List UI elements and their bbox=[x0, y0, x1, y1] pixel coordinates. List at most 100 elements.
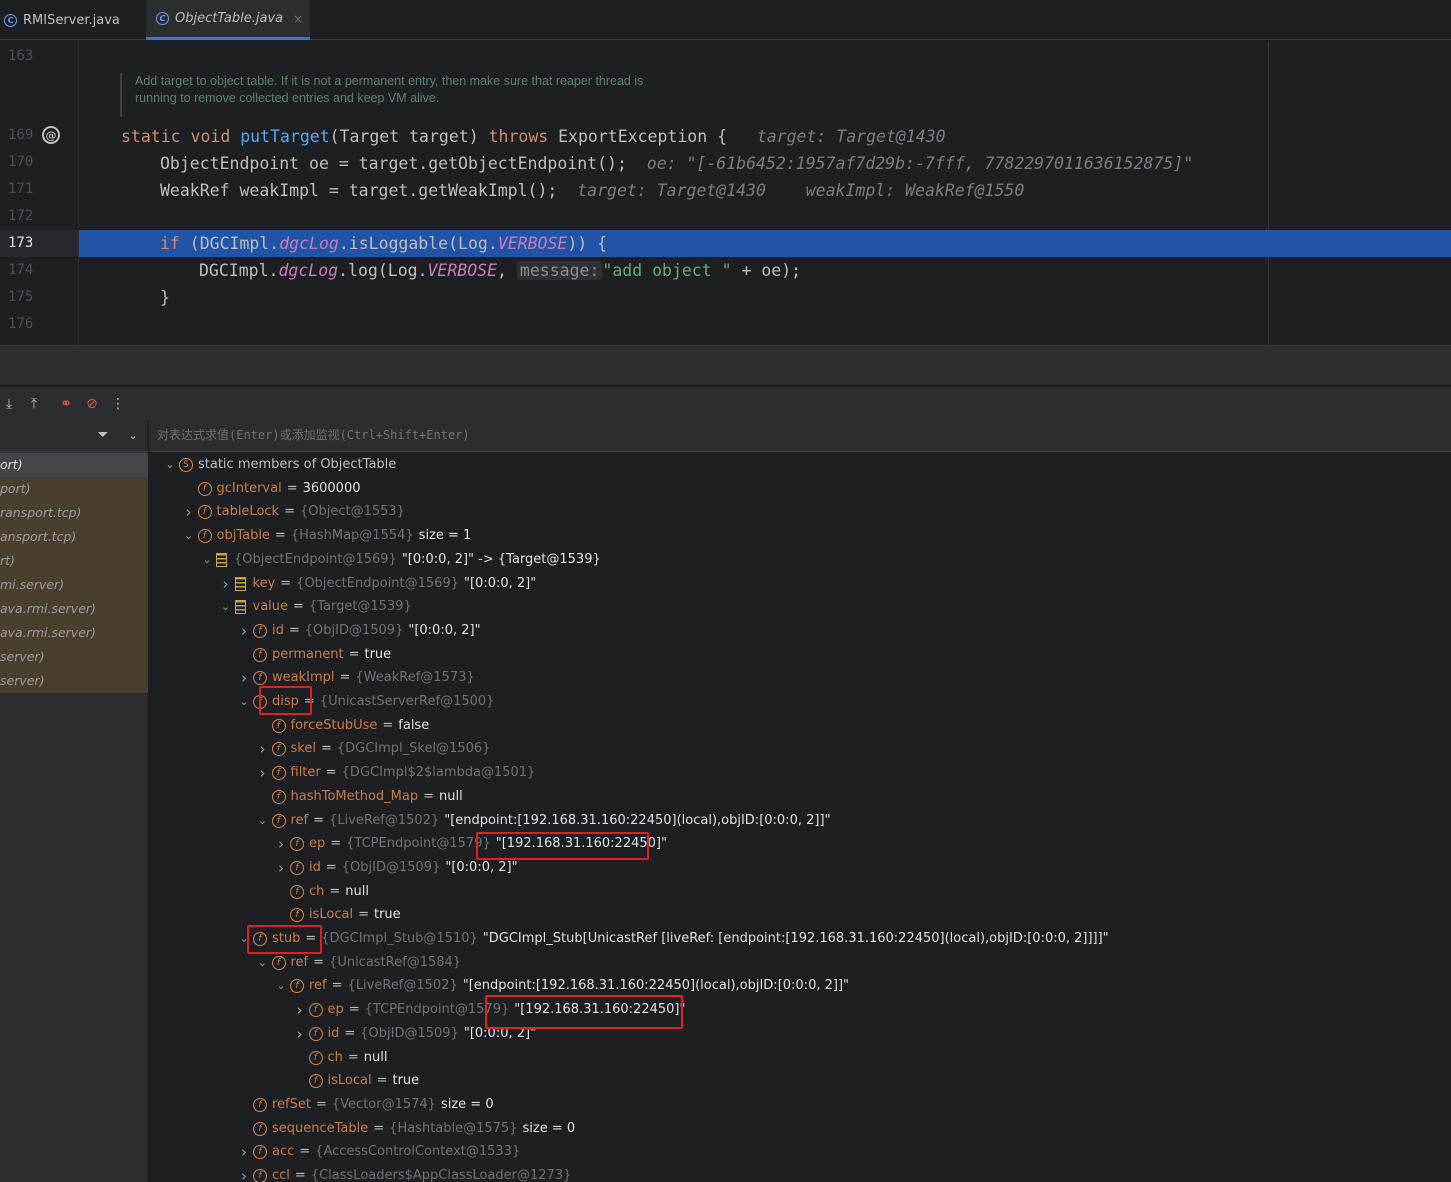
variable-row[interactable]: f permanent = true bbox=[235, 643, 391, 667]
chevron-right-icon[interactable]: › bbox=[291, 998, 309, 1022]
variable-row[interactable]: ⌄ value = {Target@1539} bbox=[217, 595, 412, 619]
frame-item[interactable]: rt) bbox=[0, 549, 148, 573]
variable-row[interactable]: f ch = null bbox=[291, 1046, 388, 1070]
frame-item[interactable]: ansport.tcp) bbox=[0, 525, 148, 549]
chevron-down-icon[interactable]: ⌄ bbox=[254, 809, 272, 833]
variable-row[interactable]: › f ccl = {ClassLoaders$AppClassLoader@1273} bbox=[235, 1164, 571, 1182]
variable-row[interactable]: f isLocal = true bbox=[291, 1069, 419, 1093]
equals-sign: = bbox=[348, 646, 360, 662]
inline-value-hint: oe: "[-61b6452:1957af7d29b:-7fff, 778229… bbox=[646, 154, 1194, 173]
variable-row[interactable]: › f skel = {DGCImpl_Skel@1506} bbox=[254, 737, 491, 761]
java-class-icon: C bbox=[156, 12, 169, 25]
variable-row[interactable]: f sequenceTable = {Hashtable@1575} size = 0 bbox=[235, 1117, 575, 1141]
variable-type: {UnicastRef@1584} bbox=[329, 954, 462, 970]
variable-value: null bbox=[363, 1049, 388, 1065]
variable-value: true bbox=[364, 646, 392, 662]
chevron-down-icon[interactable]: ⌄ bbox=[198, 548, 216, 572]
static-field: VERBOSE bbox=[497, 234, 568, 253]
line-number: 172 bbox=[8, 208, 34, 224]
variable-row[interactable]: ⌄ Sstatic members of ObjectTable bbox=[161, 453, 396, 477]
variable-row[interactable]: f forceStubUse = false bbox=[254, 714, 429, 738]
variable-row[interactable]: f isLocal = true bbox=[272, 903, 401, 927]
equals-sign: = bbox=[344, 1025, 356, 1041]
frame-item[interactable]: server) bbox=[0, 645, 148, 669]
chevron-down-icon[interactable]: ⌄ bbox=[254, 951, 272, 975]
chevron-right-icon[interactable]: › bbox=[254, 737, 272, 761]
variable-row[interactable]: f hashToMethod_Map = null bbox=[254, 785, 463, 809]
evaluate-expression-input[interactable]: 对表达式求值(Enter)或添加监视(Ctrl+Shift+Enter) bbox=[149, 420, 1451, 452]
more-options-icon[interactable]: ⋮ bbox=[109, 395, 127, 413]
chevron-right-icon[interactable]: › bbox=[254, 761, 272, 785]
field-icon: f bbox=[271, 742, 286, 757]
doc-line: Add target to object table. If it is not… bbox=[135, 74, 644, 88]
chevron-down-icon[interactable]: ⌄ bbox=[217, 595, 235, 619]
variable-row[interactable]: ⌄ f ref = {UnicastRef@1584} bbox=[254, 951, 462, 975]
variable-name: id bbox=[309, 859, 321, 875]
view-breakpoints-icon[interactable]: ⚭ bbox=[57, 395, 75, 413]
chevron-down-icon[interactable]: ⌄ bbox=[161, 453, 179, 477]
code-editor[interactable]: 163 169 @ 170 171 172 173 174 175 176 Ad… bbox=[0, 41, 1451, 345]
field-icon: f bbox=[253, 1145, 267, 1160]
variable-row[interactable]: f refSet = {Vector@1574} size = 0 bbox=[235, 1093, 494, 1117]
frame-item[interactable]: ava.rmi.server) bbox=[0, 597, 148, 621]
field-icon: f bbox=[271, 813, 286, 828]
variable-row[interactable]: › key = {ObjectEndpoint@1569} "[0:0:0, 2]" bbox=[217, 572, 537, 596]
panel-splitter[interactable] bbox=[0, 345, 1451, 385]
chevron-right-icon[interactable]: › bbox=[235, 1140, 253, 1164]
tab-label: ObjectTable.java bbox=[175, 11, 284, 26]
variable-row[interactable]: ⌄ f ref = {LiveRef@1502} "[endpoint:[192.168.… bbox=[254, 809, 831, 833]
chevron-down-icon[interactable]: ⌄ bbox=[124, 426, 142, 444]
variable-name: id bbox=[272, 622, 284, 638]
frame-item[interactable]: mi.server) bbox=[0, 573, 148, 597]
variable-name: ref bbox=[290, 954, 309, 970]
chevron-right-icon[interactable]: › bbox=[272, 832, 290, 856]
chevron-right-icon[interactable]: › bbox=[217, 572, 235, 596]
editor-tab-bar: C RMIServer.java C ObjectTable.java × bbox=[0, 0, 1451, 40]
variable-row[interactable]: ⌄ {ObjectEndpoint@1569} "[0:0:0, 2]" -> {T… bbox=[198, 548, 601, 572]
code: )) { bbox=[567, 234, 608, 253]
code-line-174: DGCImpl.dgcLog.log(Log.VERBOSE, message:… bbox=[79, 257, 1451, 284]
frame-item[interactable]: port) bbox=[0, 477, 148, 501]
variable-row[interactable]: › f tableLock = {Object@1553} bbox=[180, 500, 405, 524]
chevron-right-icon[interactable]: › bbox=[235, 1164, 253, 1182]
tab-objecttable[interactable]: C ObjectTable.java × bbox=[146, 0, 310, 40]
chevron-down-icon[interactable]: ⌄ bbox=[235, 690, 253, 714]
close-icon[interactable]: × bbox=[293, 12, 303, 26]
frame-item[interactable]: ava.rmi.server) bbox=[0, 621, 148, 645]
variable-type: {ObjectEndpoint@1569} bbox=[234, 551, 397, 567]
field-icon: f bbox=[253, 1169, 267, 1182]
chevron-down-icon[interactable]: ⌄ bbox=[272, 974, 290, 998]
filter-icon[interactable]: ⏷ bbox=[94, 426, 112, 444]
chevron-right-icon[interactable]: › bbox=[235, 619, 253, 643]
equals-sign: = bbox=[293, 599, 304, 615]
variable-row[interactable]: › f id = {ObjID@1509} "[0:0:0, 2]" bbox=[235, 619, 481, 643]
variable-value: size = 0 bbox=[440, 1096, 494, 1112]
chevron-right-icon[interactable]: › bbox=[291, 1022, 309, 1046]
field-icon: f bbox=[308, 1074, 323, 1089]
variable-row[interactable]: ⌄ f objTable = {HashMap@1554} size = 1 bbox=[180, 524, 471, 548]
debug-toolbar: ⤓ ⤒ ⚭ ⊘ ⋮ bbox=[0, 386, 1451, 420]
variable-type: {DGCImpl_Stub@1510} bbox=[321, 931, 478, 946]
mute-breakpoints-icon[interactable]: ⊘ bbox=[83, 395, 101, 413]
frame-item[interactable]: server) bbox=[0, 669, 148, 693]
export-icon[interactable]: ⤒ bbox=[25, 395, 43, 413]
variable-row[interactable]: › f filter = {DGCImpl$2$lambda@1501} bbox=[254, 761, 536, 785]
override-marker-icon[interactable]: @ bbox=[42, 126, 60, 144]
variable-row[interactable]: f ch = null bbox=[272, 880, 369, 904]
doc-line: running to remove collected entries and … bbox=[135, 91, 440, 105]
variable-name: ref bbox=[309, 978, 327, 994]
frame-item[interactable]: ort) bbox=[0, 453, 148, 477]
chevron-down-icon[interactable]: ⌄ bbox=[180, 524, 198, 548]
tab-rmiserver[interactable]: C RMIServer.java bbox=[4, 0, 144, 40]
frame-item[interactable]: ransport.tcp) bbox=[0, 501, 148, 525]
chevron-right-icon[interactable]: › bbox=[272, 856, 290, 880]
field-icon: f bbox=[308, 1026, 323, 1041]
chevron-right-icon[interactable]: › bbox=[180, 500, 198, 524]
static-members-icon: S bbox=[179, 458, 193, 472]
import-icon[interactable]: ⤓ bbox=[0, 395, 18, 413]
variable-row[interactable]: ⌄ f stub = {DGCImpl_Stub@1510} "DGCImpl_Stub[… bbox=[235, 927, 1109, 951]
chevron-right-icon[interactable]: › bbox=[235, 666, 253, 690]
variable-name: forceStubUse bbox=[290, 717, 378, 733]
variable-row[interactable]: › f acc = {AccessControlContext@1533} bbox=[235, 1140, 520, 1164]
variable-row[interactable]: f gcInterval = 3600000 bbox=[180, 477, 361, 501]
